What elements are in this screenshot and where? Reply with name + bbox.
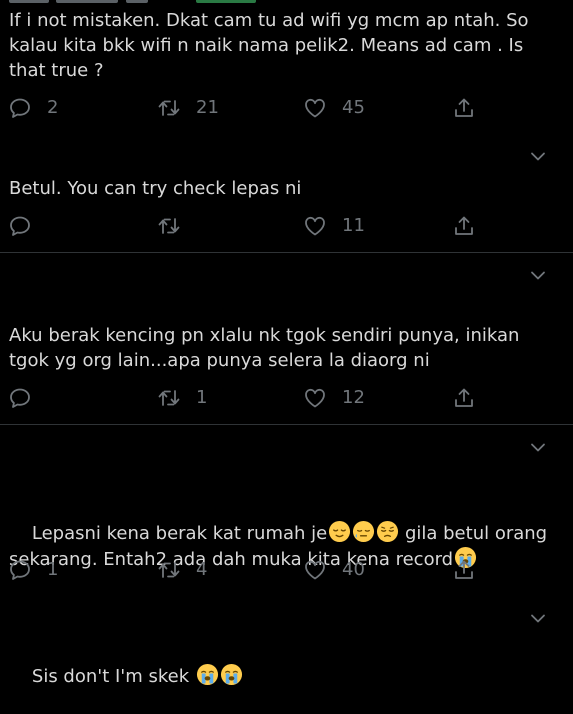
tweet-actions: 1 12: [0, 383, 573, 413]
like-count: 11: [342, 215, 365, 236]
reply-icon: [10, 560, 30, 580]
share-button[interactable]: [452, 211, 476, 241]
reply-icon: [10, 216, 30, 236]
like-count: 12: [342, 387, 365, 408]
retweet-count: 21: [196, 97, 219, 118]
tweet-text: Betul. You can try check lepas ni: [9, 178, 302, 199]
reply-count: 1: [47, 559, 59, 580]
share-button[interactable]: [452, 383, 476, 413]
reply-icon: [10, 388, 30, 408]
heart-icon: [305, 98, 325, 118]
tweet-text: Aku berak kencing pn xlalu nk tgok sendi…: [9, 325, 526, 371]
reply-count: 2: [47, 97, 59, 118]
retweet-button[interactable]: 4: [157, 555, 207, 585]
loudly-crying-face-emoji-icon: [196, 663, 219, 686]
retweet-count: 1: [196, 387, 208, 408]
share-button[interactable]: [452, 93, 476, 123]
reply-button[interactable]: 1: [8, 555, 58, 585]
like-count: 40: [342, 559, 365, 580]
tweet-text-content: Sis don't I'm skek: [31, 666, 195, 687]
retweet-icon: [158, 218, 180, 234]
like-button[interactable]: 45: [303, 93, 365, 123]
retweet-icon: [158, 562, 180, 578]
heart-icon: [305, 216, 325, 236]
tweet-actions: 1 4 40: [0, 555, 573, 585]
share-button[interactable]: [452, 555, 476, 585]
tweet-text-line1: Lepasni kena berak kat rumah je: [31, 523, 328, 544]
tweet-text: Sis don't I'm skek: [9, 638, 564, 714]
like-button[interactable]: 40: [303, 555, 365, 585]
retweet-button[interactable]: 1: [157, 383, 207, 413]
chevron-down-icon: [531, 443, 545, 452]
retweet-count: 4: [196, 559, 208, 580]
retweet-icon: [158, 390, 180, 406]
share-icon: [455, 98, 473, 117]
divider: [0, 424, 573, 425]
more-options-button[interactable]: [526, 144, 550, 168]
like-button[interactable]: 11: [303, 211, 365, 241]
pensive-face-emoji-icon: [376, 520, 399, 543]
heart-icon: [305, 560, 325, 580]
reply-icon: [10, 98, 30, 118]
tweet-text: If i not mistaken. Dkat cam tu ad wifi y…: [9, 10, 535, 81]
retweet-button[interactable]: 21: [157, 93, 219, 123]
tweet-text-line1-end: gila betul orang: [399, 523, 548, 544]
loudly-crying-face-emoji-icon: [220, 663, 243, 686]
retweet-icon: [158, 100, 180, 116]
share-icon: [455, 388, 473, 407]
like-count: 45: [342, 97, 365, 118]
relieved-face-emoji-icon: [328, 520, 351, 543]
chevron-down-icon: [531, 614, 545, 623]
more-options-button[interactable]: [526, 606, 550, 630]
chevron-down-icon: [531, 271, 545, 280]
tweet-actions: 11: [0, 211, 573, 241]
retweet-button[interactable]: [157, 211, 196, 241]
reply-button[interactable]: [8, 383, 47, 413]
chevron-down-icon: [531, 152, 545, 161]
share-icon: [455, 216, 473, 235]
reply-button[interactable]: [8, 211, 47, 241]
more-options-button[interactable]: [526, 435, 550, 459]
previous-tweet-cutoff: [0, 0, 573, 6]
reply-button[interactable]: 2: [8, 93, 58, 123]
tweet-actions: 2 21 45: [0, 93, 573, 123]
like-button[interactable]: 12: [303, 383, 365, 413]
divider: [0, 252, 573, 253]
heart-icon: [305, 388, 325, 408]
share-icon: [455, 560, 473, 579]
sleepy-face-emoji-icon: [352, 520, 375, 543]
more-options-button[interactable]: [526, 263, 550, 287]
